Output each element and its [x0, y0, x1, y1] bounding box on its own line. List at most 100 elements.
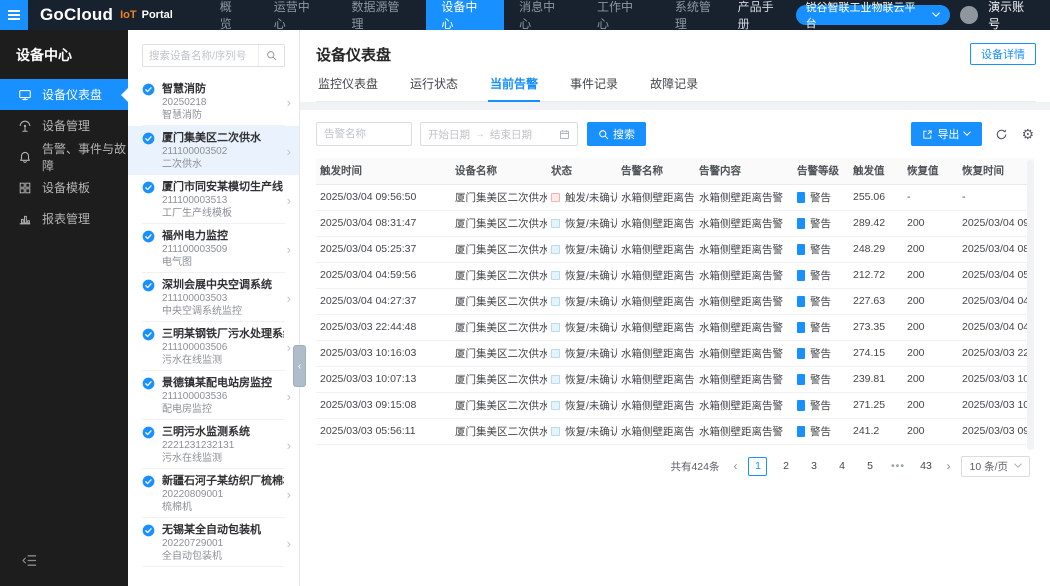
page-number[interactable]: •••	[888, 457, 907, 476]
table-row[interactable]: 2025/03/04 08:31:47 厦门集美区二次供水 恢复/未确认 水箱侧…	[316, 210, 1034, 236]
tab-item[interactable]: 当前告警	[488, 75, 540, 101]
page-number[interactable]: 2	[776, 457, 795, 476]
cell-recover-value: 200	[903, 392, 958, 418]
top-nav-item[interactable]: 系统管理	[660, 0, 738, 30]
cell-alarm-level: 警告	[793, 314, 849, 340]
cell-alarm-level: 警告	[793, 340, 849, 366]
logo-text-iot: IoT	[120, 9, 137, 21]
sidebar-item-report-manage[interactable]: 报表管理	[0, 203, 128, 234]
page-number[interactable]: 1	[748, 457, 767, 476]
cell-trigger-value: 248.29	[849, 236, 903, 262]
device-list-item[interactable]: 景德镇某配电站房监控 211100003536 配电房监控 ›	[128, 371, 299, 420]
prev-page-icon[interactable]: ‹	[731, 459, 739, 473]
cell-device-name: 厦门集美区二次供水	[451, 236, 547, 262]
page-number[interactable]: 3	[804, 457, 823, 476]
status-label: 恢复/未确认	[565, 218, 617, 230]
sidebar-item-device-dashboard[interactable]: 设备仪表盘	[0, 79, 128, 110]
device-list-item[interactable]: 三明污水监测系统 2221231232131 污水在线监测 ›	[128, 420, 299, 469]
hamburger-icon[interactable]	[0, 0, 28, 30]
sidebar-collapse-icon[interactable]	[22, 554, 37, 572]
sidebar-item-device-manage[interactable]: 设备管理	[0, 110, 128, 141]
cell-recover-value: 200	[903, 210, 958, 236]
device-list-item[interactable]: 深圳会展中央空调系统 211100003503 中央空调系统监控 ›	[128, 273, 299, 322]
status-badge	[551, 193, 560, 202]
search-button[interactable]: 搜索	[587, 122, 646, 146]
table-row[interactable]: 2025/03/03 09:15:08 厦门集美区二次供水 恢复/未确认 水箱侧…	[316, 392, 1034, 418]
sidebar-item-device-template[interactable]: 设备模板	[0, 172, 128, 203]
top-nav-item[interactable]: 概览	[205, 0, 259, 30]
sidebar-item-label: 设备模板	[42, 179, 90, 196]
cell-status: 恢复/未确认	[547, 210, 617, 236]
device-list-item[interactable]: 新疆石河子某纺织厂梳棉机 20220809001 梳棉机 ›	[128, 469, 299, 518]
export-button[interactable]: 导出	[911, 122, 982, 146]
next-page-icon[interactable]: ›	[944, 459, 952, 473]
top-nav-item[interactable]: 设备中心	[426, 0, 504, 30]
cell-alarm-level: 警告	[793, 236, 849, 262]
table-row[interactable]: 2025/03/04 05:25:37 厦门集美区二次供水 恢复/未确认 水箱侧…	[316, 236, 1034, 262]
cell-trigger-value: 289.42	[849, 210, 903, 236]
tab-item[interactable]: 监控仪表盘	[316, 75, 380, 101]
tab-bar: 监控仪表盘 运行状态 当前告警 事件记录 故障记录	[316, 75, 1036, 102]
tab-item[interactable]: 运行状态	[408, 75, 460, 101]
table-row[interactable]: 2025/03/04 04:27:37 厦门集美区二次供水 恢复/未确认 水箱侧…	[316, 288, 1034, 314]
cell-alarm-level: 警告	[793, 262, 849, 288]
cell-recover-time: 2025/03/03 10	[958, 392, 1034, 418]
platform-select[interactable]: 锐谷智联工业物联云平台	[796, 5, 951, 25]
cell-alarm-content: 水箱侧壁距离告警	[695, 210, 793, 236]
tab-item[interactable]: 事件记录	[568, 75, 620, 101]
cell-recover-time: 2025/03/03 22	[958, 340, 1034, 366]
level-badge	[797, 244, 805, 255]
table-row[interactable]: 2025/03/04 04:59:56 厦门集美区二次供水 恢复/未确认 水箱侧…	[316, 262, 1034, 288]
cell-alarm-name: 水箱侧壁距离告警	[617, 392, 695, 418]
device-list-item[interactable]: 无锡某全自动包装机 20220729001 全自动包装机 ›	[128, 518, 299, 567]
table-row[interactable]: 2025/03/03 05:56:11 厦门集美区二次供水 恢复/未确认 水箱侧…	[316, 418, 1034, 444]
status-badge	[551, 401, 560, 410]
panel-collapse-handle[interactable]: ‹	[293, 345, 306, 387]
top-nav-item[interactable]: 消息中心	[504, 0, 582, 30]
top-nav-item[interactable]: 工作中心	[582, 0, 660, 30]
level-badge	[797, 218, 805, 229]
account-name[interactable]: 演示账号	[988, 0, 1036, 32]
device-list-item[interactable]: 厦门集美区二次供水 211100003502 二次供水 ›	[128, 126, 299, 175]
table-row[interactable]: 2025/03/04 09:56:50 厦门集美区二次供水 触发/未确认 水箱侧…	[316, 184, 1034, 210]
device-search-box	[142, 44, 285, 67]
page-number[interactable]: 5	[860, 457, 879, 476]
sidebar-item-alarms-events-faults[interactable]: 告警、事件与故障	[0, 141, 128, 172]
cell-recover-time: 2025/03/04 08	[958, 236, 1034, 262]
table-row[interactable]: 2025/03/03 10:16:03 厦门集美区二次供水 恢复/未确认 水箱侧…	[316, 340, 1034, 366]
date-range-picker[interactable]: 开始日期 → 结束日期	[420, 122, 578, 146]
table-scrollbar[interactable]	[1027, 160, 1034, 450]
device-search-input[interactable]	[143, 45, 258, 66]
page-size-label: 10 条/页	[969, 459, 1008, 474]
alarm-name-input[interactable]	[316, 122, 412, 146]
page-title: 设备仪表盘	[316, 44, 391, 65]
page-number[interactable]: 43	[916, 457, 935, 476]
tab-item[interactable]: 故障记录	[648, 75, 700, 101]
device-list-item[interactable]: 福州电力监控 211100003509 电气图 ›	[128, 224, 299, 273]
table-header-row: 触发时间 设备名称 状态 告警名称 告警内容 告警	[316, 158, 1034, 184]
status-label: 恢复/未确认	[565, 322, 617, 334]
avatar[interactable]	[960, 6, 978, 24]
cell-status: 恢复/未确认	[547, 392, 617, 418]
gear-icon[interactable]: ⚙	[1021, 128, 1034, 141]
device-detail-button[interactable]: 设备详情	[970, 43, 1036, 65]
device-list-item[interactable]: 智慧消防 20250218 智慧消防 ›	[128, 77, 299, 126]
start-date-placeholder: 开始日期	[428, 127, 470, 142]
refresh-icon[interactable]	[995, 128, 1008, 141]
level-badge	[797, 296, 805, 307]
top-nav-item[interactable]: 数据源管理	[337, 0, 427, 30]
table-row[interactable]: 2025/03/03 10:07:13 厦门集美区二次供水 恢复/未确认 水箱侧…	[316, 366, 1034, 392]
cell-trigger-value: 274.15	[849, 340, 903, 366]
device-list-item[interactable]: 厦门市同安某模切生产线 211100003513 工厂生产线模板 ›	[128, 175, 299, 224]
level-label: 警告	[810, 218, 831, 230]
page-size-select[interactable]: 10 条/页	[961, 456, 1030, 477]
cell-alarm-name: 水箱侧壁距离告警	[617, 236, 695, 262]
product-manual-link[interactable]: 产品手册	[738, 0, 786, 32]
top-nav-item[interactable]: 运营中心	[259, 0, 337, 30]
page-number[interactable]: 4	[832, 457, 851, 476]
device-list-item[interactable]: 三明某钢铁厂污水处理系统 211100003506 污水在线监测 ›	[128, 322, 299, 371]
alarm-bell-icon	[18, 150, 32, 164]
table-row[interactable]: 2025/03/03 22:44:48 厦门集美区二次供水 恢复/未确认 水箱侧…	[316, 314, 1034, 340]
device-info: 厦门市同安某模切生产线 211100003513 工厂生产线模板	[162, 180, 284, 220]
search-icon[interactable]	[258, 45, 284, 66]
